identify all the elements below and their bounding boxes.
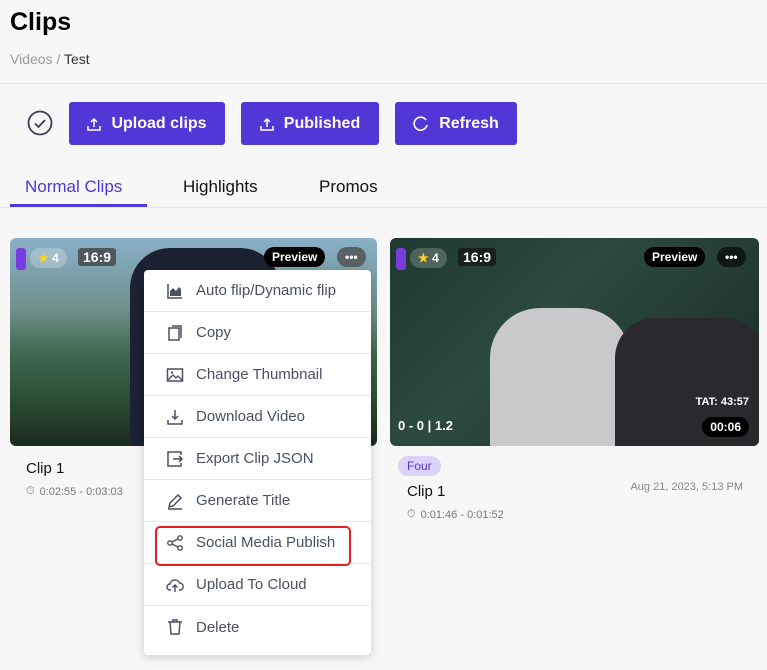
export-icon [167, 450, 184, 467]
refresh-label: Refresh [439, 114, 499, 132]
refresh-button[interactable]: Refresh [395, 102, 517, 145]
area-chart-icon [167, 283, 182, 299]
preview-button[interactable]: Preview [644, 247, 706, 267]
menu-item-upload-to-cloud[interactable]: Upload To Cloud [144, 564, 371, 606]
breadcrumb-videos[interactable]: Videos [10, 51, 53, 67]
trash-icon [168, 619, 182, 635]
clip-title: Clip 1 [26, 460, 65, 477]
copy-icon [168, 324, 182, 341]
breadcrumb-sep: / [56, 51, 61, 67]
aspect-badge: 16:9 [78, 248, 117, 266]
menu-label: Export Clip JSON [196, 450, 314, 467]
breadcrumb-test: Test [63, 51, 90, 67]
menu-item-change-thumbnail[interactable]: Change Thumbnail [144, 354, 371, 396]
clip-range: ⏱ 0:02:55 - 0:03:03 [26, 485, 123, 498]
share-icon [167, 534, 183, 551]
star-icon: ★ [38, 251, 49, 265]
menu-item-copy[interactable]: Copy [144, 312, 371, 354]
star-icon: ★ [418, 251, 429, 265]
duration-badge: 00:06 [702, 417, 749, 437]
rating-value: 4 [432, 251, 439, 265]
menu-item-auto-flip[interactable]: Auto flip/Dynamic flip [144, 270, 371, 312]
more-options-button[interactable]: ••• [337, 247, 366, 267]
more-options-button[interactable]: ••• [717, 247, 746, 267]
upload-icon [87, 117, 102, 131]
timer-icon: ⏱ [26, 485, 35, 497]
upload-clips-button[interactable]: Upload clips [69, 102, 225, 145]
menu-label: Social Media Publish [196, 534, 336, 551]
download-icon [167, 409, 183, 425]
pencil-icon [167, 493, 183, 510]
menu-item-export-json[interactable]: Export Clip JSON [144, 438, 371, 480]
menu-label: Change Thumbnail [196, 366, 323, 383]
tabs-divider [0, 207, 767, 208]
preview-button[interactable]: Preview [264, 247, 326, 267]
menu-item-social-media-publish[interactable]: Social Media Publish [144, 522, 371, 566]
menu-item-delete[interactable]: Delete [144, 606, 371, 648]
rating-badge: ★ 4 [410, 248, 447, 268]
menu-label: Download Video [196, 408, 305, 425]
tab-highlights[interactable]: Highlights [183, 177, 258, 197]
score-label: 0 - 0 | 1.2 [398, 418, 453, 433]
clip-title: Clip 1 [407, 483, 446, 500]
upload-icon [260, 117, 274, 131]
menu-label: Upload To Cloud [196, 576, 307, 593]
select-all-check-icon[interactable] [27, 110, 53, 136]
menu-label: Delete [196, 618, 240, 636]
image-icon [166, 367, 184, 382]
menu-label: Auto flip/Dynamic flip [196, 282, 337, 299]
page-title: Clips [10, 8, 72, 36]
tab-promos[interactable]: Promos [319, 177, 378, 197]
clip-range: ⏱ 0:01:46 - 0:01:52 [407, 508, 504, 521]
menu-label: Copy [196, 324, 232, 341]
cloud-upload-icon [166, 578, 184, 592]
thumbnail-player [490, 308, 630, 446]
clip-range-value: 0:02:55 - 0:03:03 [39, 485, 123, 498]
aspect-badge: 16:9 [458, 248, 497, 266]
clip-context-menu: Auto flip/Dynamic flip Copy Change Thumb… [144, 270, 371, 655]
published-label: Published [283, 114, 361, 132]
menu-item-generate-title[interactable]: Generate Title [144, 480, 371, 522]
clip-date: Aug 21, 2023, 5:13 PM [630, 481, 743, 493]
breadcrumb: Videos / Test [10, 51, 90, 67]
rating-value: 4 [52, 251, 59, 265]
published-button[interactable]: Published [241, 102, 379, 145]
brand-logo-icon [396, 248, 406, 270]
clip-thumbnail[interactable]: ★ 4 16:9 Preview ••• 0 - 0 | 1.2 TAT: 43… [390, 238, 759, 446]
menu-item-download-video[interactable]: Download Video [144, 396, 371, 438]
timer-icon: ⏱ [407, 508, 416, 520]
tat-label: TAT: 43:57 [695, 396, 749, 408]
brand-logo-icon [16, 248, 26, 270]
tag-badge: Four [398, 456, 441, 476]
refresh-icon [413, 115, 428, 131]
rating-badge: ★ 4 [30, 248, 67, 268]
upload-clips-label: Upload clips [111, 114, 207, 132]
clip-range-value: 0:01:46 - 0:01:52 [420, 508, 504, 521]
divider [0, 83, 767, 84]
tab-normal-clips[interactable]: Normal Clips [25, 177, 122, 197]
menu-label: Generate Title [196, 492, 291, 509]
